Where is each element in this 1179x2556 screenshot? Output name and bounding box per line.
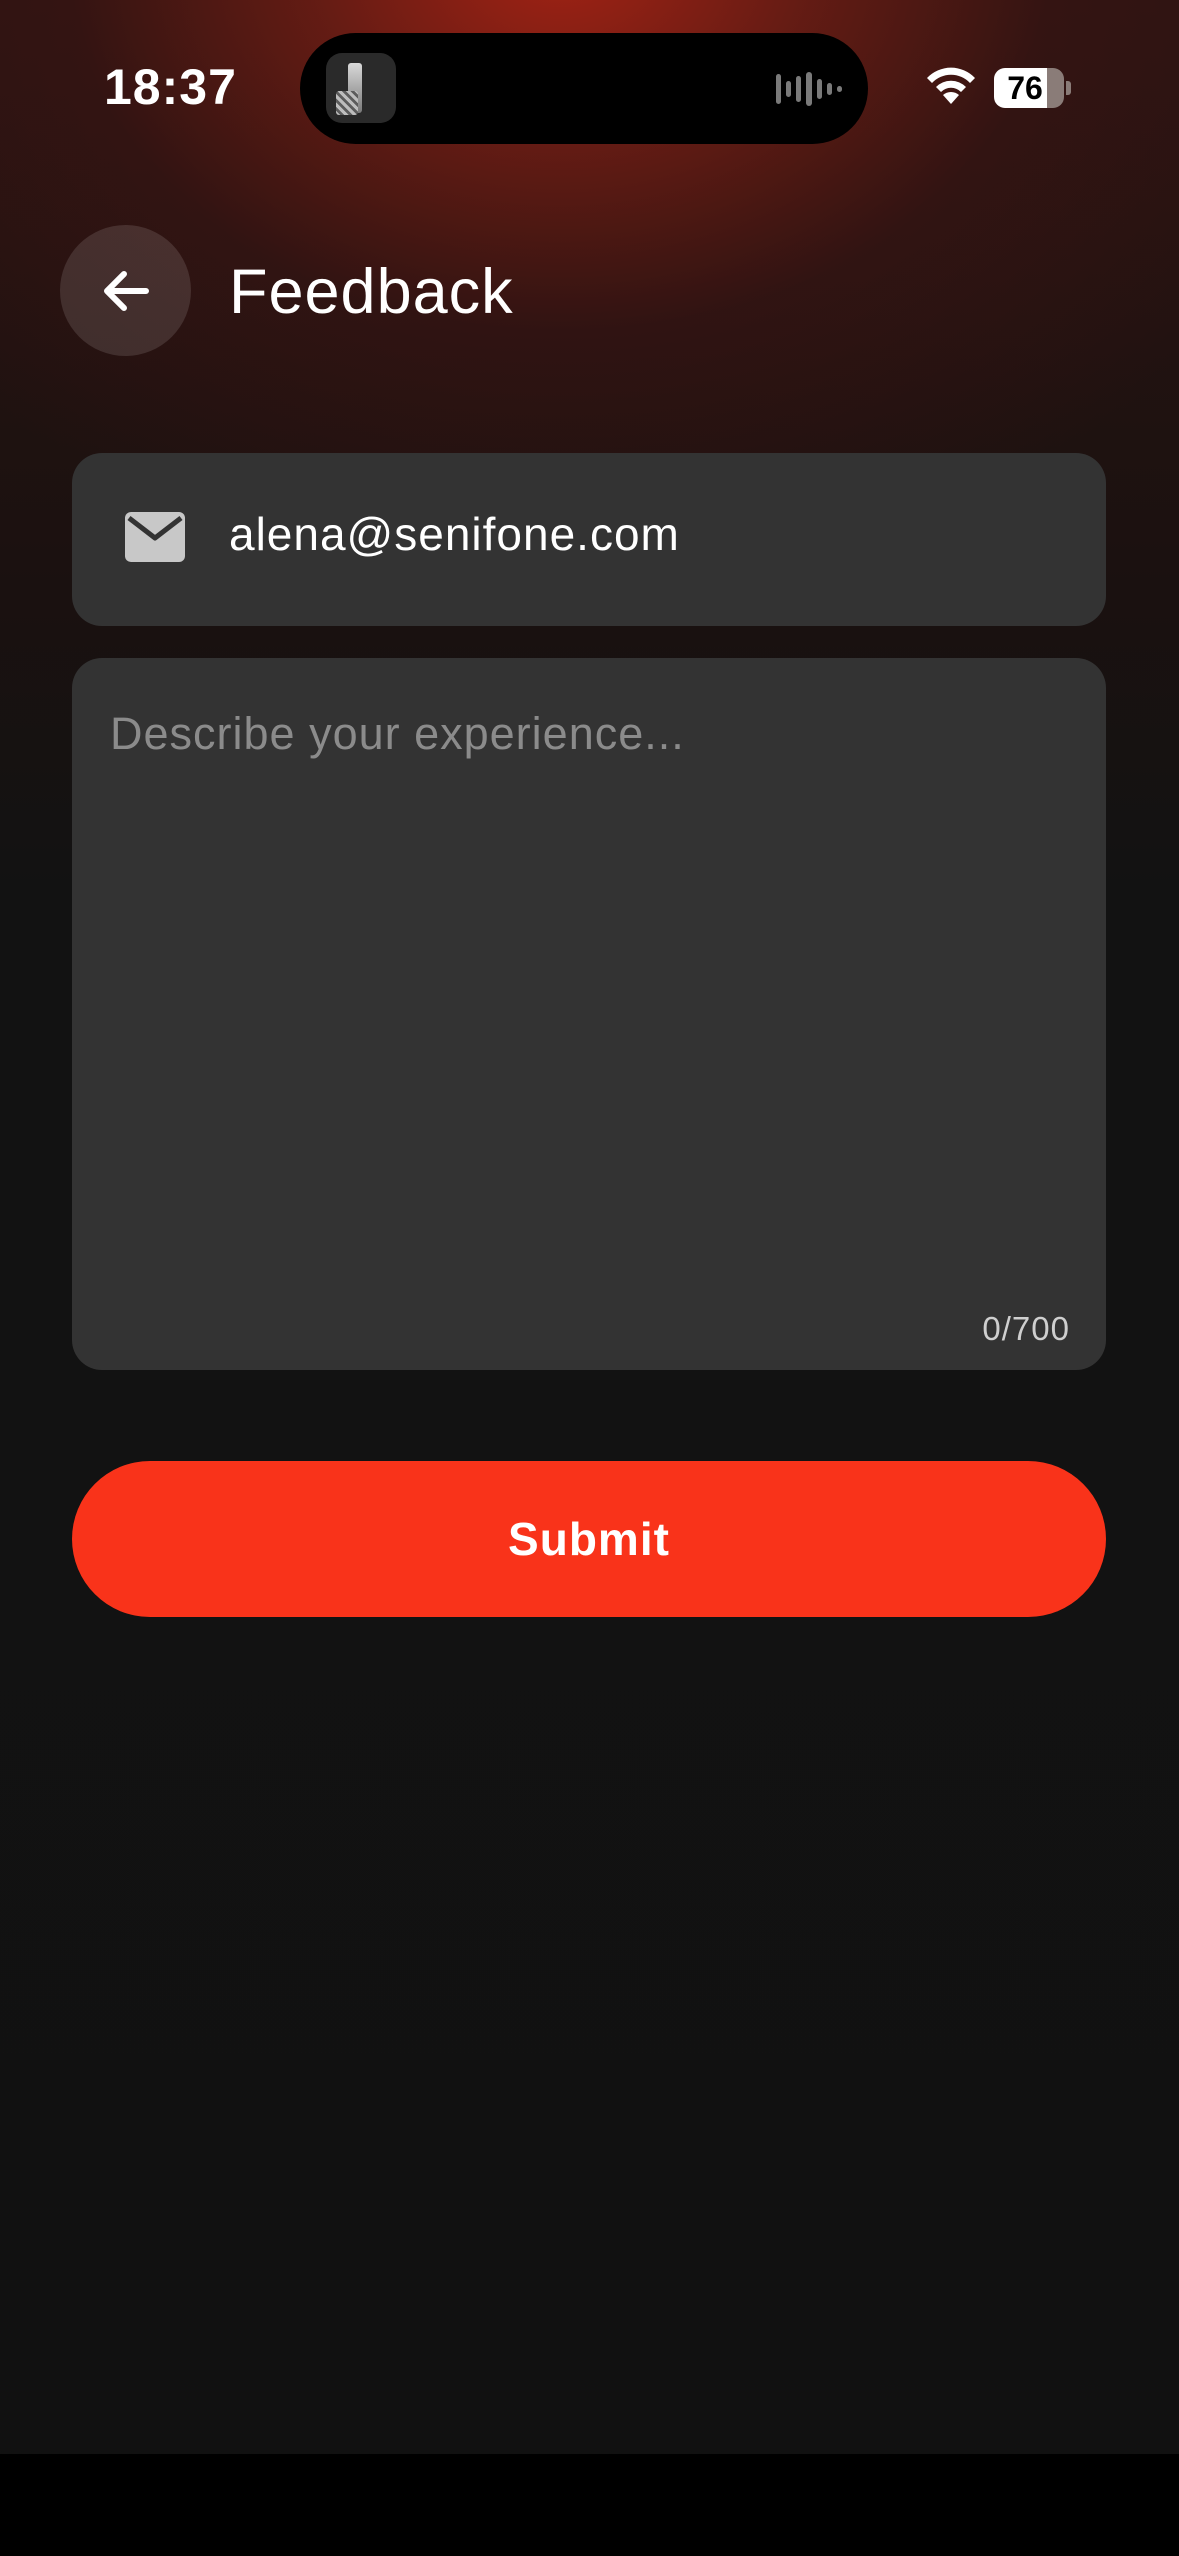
page-title: Feedback [229,257,514,327]
email-value: alena@senifone.com [229,508,680,560]
feedback-screen: 18:37 76 Feedback alena@senifone.com Des… [0,0,1179,2454]
battery-icon: 76 [994,68,1064,108]
feedback-textarea[interactable]: Describe your experience... 0/700 [72,658,1106,1370]
back-button[interactable] [60,225,191,356]
arrow-left-icon [103,270,149,311]
wifi-icon [927,67,975,104]
home-indicator-area [0,2454,1179,2556]
dynamic-island[interactable] [300,33,868,144]
status-time: 18:37 [104,59,237,115]
battery-nub [1066,81,1071,95]
email-field[interactable]: alena@senifone.com [72,453,1106,626]
battery-level: 76 [1007,70,1043,106]
feedback-placeholder: Describe your experience... [110,708,685,759]
character-counter: 0/700 [982,1310,1070,1347]
submit-button[interactable]: Submit [72,1461,1106,1617]
audio-waveform-icon [776,69,842,109]
mail-icon [125,512,185,562]
now-playing-artwork [326,53,396,123]
